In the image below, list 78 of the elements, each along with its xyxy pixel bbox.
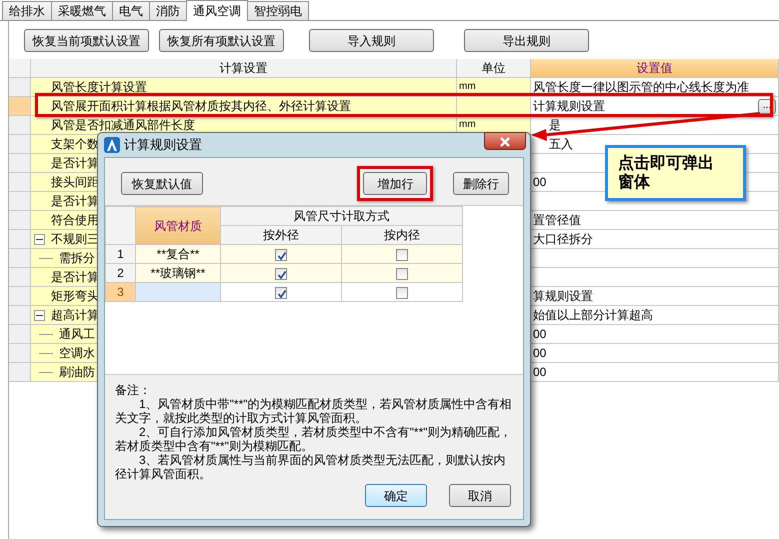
app-logo-icon — [104, 137, 120, 153]
column-header: 按内径 — [342, 226, 462, 244]
row-header[interactable] — [9, 135, 31, 154]
table-cell: 00 — [531, 325, 779, 344]
setting-name: 刷油防 — [59, 364, 95, 381]
dialog-button[interactable]: 确定 — [365, 484, 427, 507]
checkbox[interactable] — [396, 286, 408, 299]
collapse-toggle[interactable] — [34, 310, 45, 320]
table-cell: 00 — [531, 344, 779, 363]
table-cell: 大口径拆分 — [531, 230, 779, 249]
dialog-button[interactable]: 取消 — [449, 484, 511, 507]
tab[interactable]: 通风空调 — [186, 0, 248, 21]
setting-name: 超高计算 — [51, 307, 99, 324]
row-header[interactable] — [9, 249, 31, 268]
tree-line — [39, 352, 53, 354]
row-header[interactable] — [9, 363, 31, 382]
setting-name: 需拆分 — [59, 250, 95, 267]
toolbar-button[interactable]: 导入规则 — [309, 29, 434, 52]
dialog-button[interactable]: 增加行 — [363, 172, 428, 195]
row-header[interactable] — [9, 268, 31, 287]
row-number: 3 — [117, 285, 124, 299]
header-corner — [9, 59, 31, 78]
tab[interactable]: 给排水 — [2, 1, 52, 20]
row-header[interactable] — [9, 154, 31, 173]
column-header: 计算设置 — [31, 59, 457, 78]
setting-name: 支架个数 — [51, 136, 99, 153]
tab[interactable]: 消防 — [149, 1, 187, 20]
row-header[interactable] — [9, 173, 31, 192]
collapse-toggle[interactable] — [34, 234, 45, 244]
checkbox[interactable] — [275, 286, 287, 299]
row-number: 2 — [117, 266, 124, 280]
row-header[interactable] — [9, 97, 31, 116]
note-text: 3、若风管材质属性与当前界面的风管材质类型无法匹配，则默认按内径计算风管面积。 — [115, 453, 507, 481]
checkbox[interactable] — [275, 268, 287, 280]
toolbar-button[interactable]: 导出规则 — [464, 29, 589, 52]
table-cell: 置管径值 — [531, 211, 779, 230]
table-cell: 算规则设置 — [531, 287, 779, 306]
notes-title: 备注： — [115, 383, 152, 397]
column-header: 设置值 — [531, 59, 779, 78]
row-header[interactable] — [9, 116, 31, 135]
column-header: 风管材质 — [136, 206, 220, 244]
toolbar-button[interactable]: 恢复所有项默认设置 — [159, 29, 284, 52]
setting-value: 计算规则设置 — [533, 98, 605, 115]
column-header: 风管尺寸计取方式 — [220, 206, 462, 226]
row-header[interactable] — [9, 344, 31, 363]
setting-name: 通风工 — [59, 326, 95, 343]
dialog-title: 计算规则设置 — [124, 136, 202, 154]
tab[interactable]: 智控弱电 — [247, 1, 309, 20]
column-header: 按外径 — [220, 226, 342, 244]
checkbox[interactable] — [396, 248, 408, 261]
row-number: 1 — [117, 247, 124, 261]
dialog-button[interactable]: 删除行 — [453, 172, 509, 195]
setting-name: 空调水 — [59, 345, 95, 362]
setting-name: 风管长度计算设置 — [51, 79, 147, 96]
note-text: 2、可自行添加风管材质类型，若材质类型中不含有"**"则为精确匹配，若材质类型中含有"**"则为模糊匹配。 — [115, 425, 513, 453]
column-header: 单位 — [457, 59, 531, 78]
tab[interactable]: 电气 — [112, 1, 150, 20]
row-header[interactable] — [9, 325, 31, 344]
setting-name: 是否计算 — [51, 193, 99, 210]
setting-name: 是否计算 — [51, 269, 99, 286]
toolbar-button[interactable]: 恢复当前项默认设置 — [24, 29, 149, 52]
checkbox[interactable] — [396, 268, 408, 280]
table-cell: 00 — [531, 363, 779, 382]
setting-name: 风管展开面积计算根据风管材质按其内径、外径计算设置 — [51, 98, 351, 115]
note-text: 1、风管材质中带"**"的为模糊匹配材质类型，若风管材质属性中含有相关文字，就按此类型的计取方式计算风管面积。 — [115, 397, 513, 425]
dialog-button[interactable]: 恢复默认值 — [121, 172, 204, 195]
callout-note: 点击即可弹出窗体 — [605, 145, 746, 201]
material-text: **复合** — [156, 247, 200, 261]
row-header[interactable] — [9, 78, 31, 97]
table-cell: 始值以上部分计算超高 — [531, 306, 779, 325]
close-icon — [500, 136, 510, 147]
tab[interactable]: 采暖燃气 — [51, 1, 113, 20]
checkbox[interactable] — [275, 248, 287, 261]
close-button[interactable] — [484, 132, 526, 150]
row-header[interactable] — [9, 192, 31, 211]
material-text: **玻璃钢** — [150, 266, 206, 280]
setting-name: 是否计算 — [51, 155, 99, 172]
setting-name: 风管是否扣减通风部件长度 — [51, 117, 195, 134]
